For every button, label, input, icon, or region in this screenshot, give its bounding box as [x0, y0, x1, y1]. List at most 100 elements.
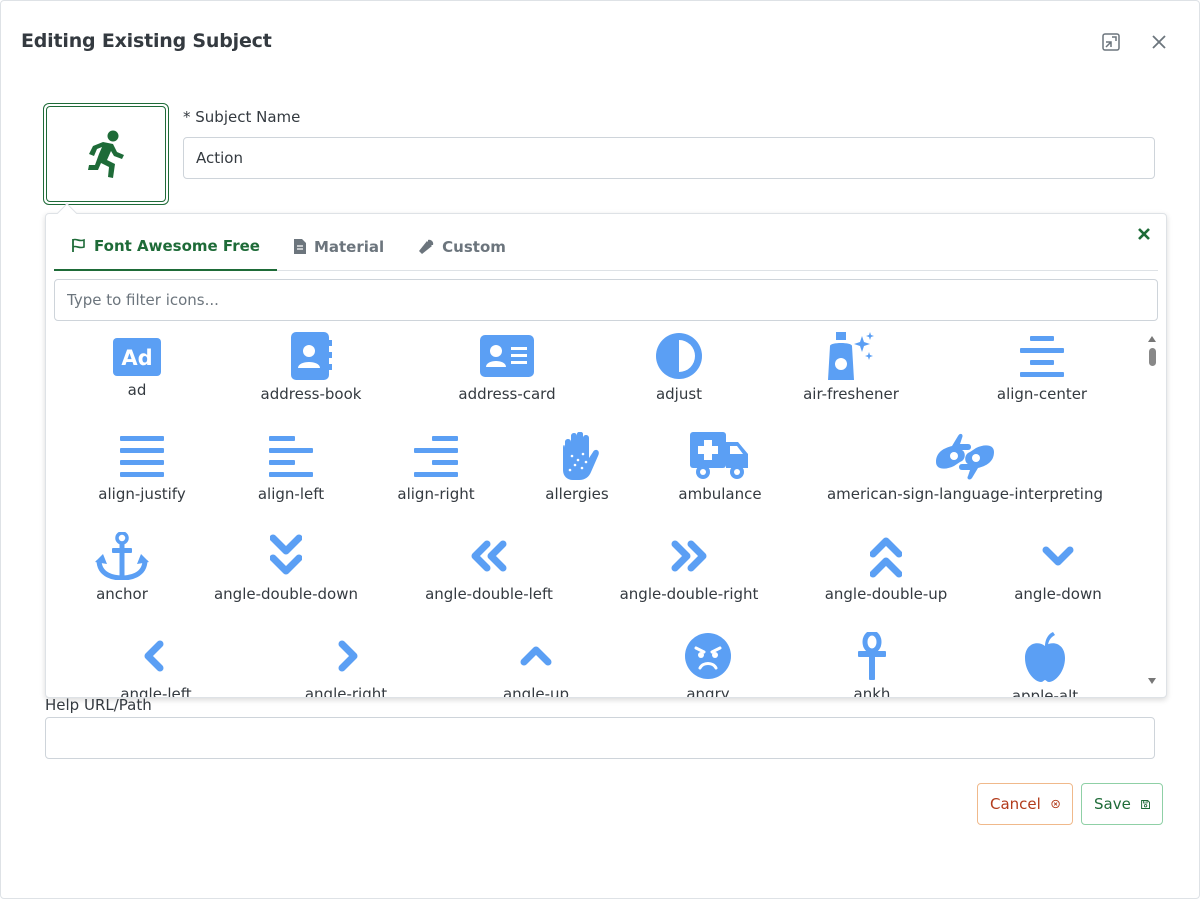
angle-double-down-icon — [270, 534, 302, 575]
icon-option-label: anchor — [96, 585, 148, 603]
angry-icon — [685, 633, 731, 679]
svg-text:Ad: Ad — [121, 346, 152, 370]
icon-option-label: angle-down — [1014, 585, 1102, 603]
help-url-input[interactable] — [45, 717, 1155, 759]
cancel-button[interactable]: Cancel — [977, 783, 1073, 825]
icon-option-american-sign-language-interpreting[interactable]: american-sign-language-interpreting — [820, 432, 1110, 503]
align-justify-icon — [120, 436, 164, 477]
icon-option-label: air-freshener — [803, 385, 899, 403]
angle-double-up-icon — [870, 537, 902, 578]
angle-double-right-icon — [671, 540, 707, 572]
icon-option-angle-down[interactable]: angle-down — [1008, 532, 1108, 603]
icon-option-ad[interactable]: Ad ad — [97, 338, 177, 399]
icon-option-label: align-left — [257, 485, 325, 503]
icon-option-angle-left[interactable]: angle-left — [116, 632, 196, 697]
icon-option-label: align-justify — [98, 485, 186, 503]
ambulance-icon — [690, 432, 748, 479]
icon-option-angle-right[interactable]: angle-right — [304, 632, 388, 697]
icon-option-align-left[interactable]: align-left — [251, 432, 331, 503]
address-card-icon — [480, 335, 534, 377]
icon-option-angle-double-down[interactable]: angle-double-down — [211, 532, 361, 603]
icon-picker-popover: Font Awesome Free Material Custom Type t… — [45, 203, 1167, 698]
icon-option-anchor[interactable]: anchor — [87, 532, 157, 603]
icon-option-apple-alt[interactable]: apple-alt — [1005, 632, 1085, 697]
subject-name-input[interactable] — [183, 137, 1155, 179]
anchor-icon — [95, 532, 149, 580]
icon-option-label: angle-double-left — [425, 585, 553, 603]
angle-down-icon — [1042, 546, 1074, 566]
apple-alt-icon — [1025, 632, 1065, 682]
icon-option-label: angle-right — [304, 685, 388, 697]
tab-label: Custom — [442, 237, 506, 256]
picker-close-button[interactable] — [1134, 224, 1154, 244]
tab-material[interactable]: Material — [277, 222, 401, 271]
save-icon — [1140, 799, 1150, 809]
icon-option-align-center[interactable]: align-center — [982, 332, 1102, 403]
subject-name-label: * Subject Name — [183, 108, 301, 126]
cancel-button-label: Cancel — [990, 795, 1041, 813]
icon-option-align-right[interactable]: align-right — [391, 432, 481, 503]
icon-filter-input[interactable] — [54, 279, 1158, 321]
icon-option-label: angry — [686, 685, 730, 697]
icon-option-label: apple-alt — [1011, 687, 1079, 697]
icon-option-label: adjust — [655, 385, 703, 403]
subject-icon-frame — [46, 106, 166, 202]
icon-option-adjust[interactable]: adjust — [639, 332, 719, 403]
tab-custom[interactable]: Custom — [401, 222, 523, 271]
save-button[interactable]: Save — [1081, 783, 1163, 825]
icon-option-angry[interactable]: angry — [668, 632, 748, 697]
flag-icon — [72, 238, 85, 252]
scroll-thumb[interactable] — [1149, 348, 1156, 366]
angle-left-icon — [144, 640, 164, 672]
wrench-icon — [419, 239, 434, 254]
icon-option-angle-up[interactable]: angle-up — [496, 632, 576, 697]
align-center-icon — [1020, 336, 1064, 377]
tab-font-awesome-free[interactable]: Font Awesome Free — [54, 222, 277, 271]
icon-option-label: align-right — [397, 485, 475, 503]
help-url-label: Help URL/Path — [45, 696, 152, 714]
align-left-icon — [269, 436, 313, 477]
angle-right-icon — [338, 640, 358, 672]
icon-option-angle-double-up[interactable]: angle-double-up — [816, 532, 956, 603]
ankh-icon — [858, 632, 886, 680]
icon-option-align-justify[interactable]: align-justify — [92, 432, 192, 503]
icon-option-label: angle-up — [502, 685, 570, 697]
icon-option-label: address-card — [458, 385, 556, 403]
icon-option-address-card[interactable]: address-card — [447, 332, 567, 403]
icon-grid-scrollbar[interactable] — [1146, 332, 1158, 692]
icon-option-label: american-sign-language-interpreting — [826, 485, 1103, 503]
icon-option-ankh[interactable]: ankh — [832, 632, 912, 697]
adjust-icon — [656, 333, 702, 379]
icon-option-address-book[interactable]: address-book — [251, 332, 371, 403]
icon-option-label: address-book — [260, 385, 362, 403]
align-right-icon — [414, 436, 458, 477]
angle-double-left-icon — [471, 540, 507, 572]
close-icon — [1152, 35, 1166, 49]
icon-option-air-freshener[interactable]: air-freshener — [791, 332, 911, 403]
icon-option-label: ankh — [853, 685, 891, 697]
circle-x-icon — [1051, 799, 1060, 809]
icon-option-label: align-center — [996, 385, 1088, 403]
tab-label: Font Awesome Free — [94, 236, 260, 255]
close-button[interactable] — [1147, 30, 1171, 54]
close-icon — [1138, 228, 1150, 240]
icon-grid: Ad ad address-book address-card adjust a… — [46, 329, 1144, 697]
file-icon — [293, 239, 306, 254]
minimize-button[interactable] — [1099, 30, 1123, 54]
allergies-icon — [563, 432, 599, 480]
subject-icon-button[interactable] — [43, 103, 169, 205]
icon-option-label: allergies — [545, 485, 609, 503]
address-book-icon — [291, 332, 332, 380]
compress-icon — [1102, 33, 1120, 51]
save-button-label: Save — [1094, 795, 1131, 813]
dialog-title: Editing Existing Subject — [21, 30, 272, 52]
icon-option-angle-double-right[interactable]: angle-double-right — [614, 532, 764, 603]
running-icon — [88, 130, 124, 178]
triangle-down-icon — [1148, 678, 1156, 684]
icon-option-angle-double-left[interactable]: angle-double-left — [419, 532, 559, 603]
scroll-up-arrow[interactable] — [1146, 334, 1158, 344]
scroll-down-arrow[interactable] — [1146, 676, 1158, 686]
icon-option-label: ad — [127, 381, 147, 399]
icon-option-ambulance[interactable]: ambulance — [670, 432, 770, 503]
icon-option-allergies[interactable]: allergies — [537, 432, 617, 503]
